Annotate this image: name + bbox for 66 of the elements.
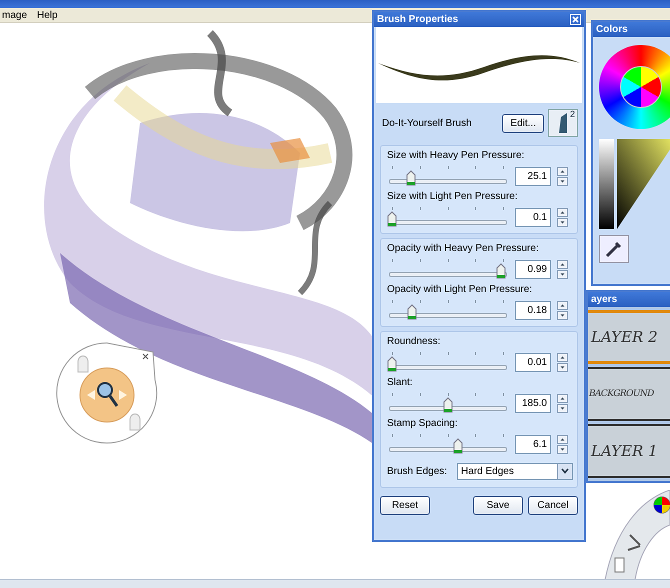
- dialog-button[interactable]: Save: [473, 496, 523, 515]
- spin-up-icon[interactable]: [557, 260, 568, 268]
- panel-title: Colors: [596, 24, 628, 35]
- value-field[interactable]: 6.1: [515, 434, 551, 454]
- value-field[interactable]: 0.18: [515, 300, 551, 320]
- layer-thumbnail[interactable]: BACKGROUND: [588, 367, 670, 421]
- slider-thumb[interactable]: [387, 356, 397, 372]
- slider-label: Size with Light Pen Pressure:: [387, 191, 519, 202]
- spin-down-icon[interactable]: [557, 176, 568, 186]
- slider-label: Slant:: [387, 377, 414, 388]
- brush-tip-icon: [557, 113, 569, 133]
- slider-label: Roundness:: [387, 336, 442, 347]
- value-field[interactable]: 25.1: [515, 166, 551, 186]
- grayscale-strip[interactable]: [599, 139, 614, 229]
- spin-up-icon[interactable]: [557, 166, 568, 176]
- slider-label: Stamp Spacing:: [387, 418, 459, 429]
- slider-thumb[interactable]: [453, 438, 464, 454]
- spin-down-icon[interactable]: [557, 362, 568, 372]
- slider[interactable]: [387, 207, 509, 227]
- spin-down-icon[interactable]: [557, 444, 568, 454]
- slider-thumb[interactable]: [407, 304, 418, 320]
- edit-button[interactable]: Edit...: [502, 114, 544, 132]
- slider-thumb[interactable]: [406, 170, 416, 186]
- slider-thumb[interactable]: [387, 211, 397, 227]
- spin-down-icon[interactable]: [557, 270, 568, 278]
- slider-label: Opacity with Light Pen Pressure:: [387, 284, 534, 295]
- slider[interactable]: [387, 300, 509, 320]
- spin-up-icon[interactable]: [557, 394, 568, 402]
- layer-thumbnail[interactable]: LAYER 1: [588, 424, 670, 478]
- spin-up-icon[interactable]: [557, 208, 568, 216]
- spin-up-icon[interactable]: [557, 434, 568, 444]
- spin-down-icon[interactable]: [557, 218, 568, 226]
- brush-name: Do-It-Yourself Brush: [382, 118, 473, 128]
- dialog-button[interactable]: Cancel: [528, 496, 578, 515]
- slider[interactable]: [387, 259, 509, 279]
- brush-variant-button[interactable]: 2: [548, 109, 578, 137]
- layer-thumbnail[interactable]: LAYER 2: [588, 310, 670, 364]
- brush-edges-dropdown[interactable]: Hard Edges: [457, 462, 573, 480]
- spin-down-icon[interactable]: [557, 310, 568, 320]
- slider[interactable]: [387, 434, 509, 454]
- spin-down-icon[interactable]: [557, 404, 568, 412]
- value-field[interactable]: 0.1: [515, 208, 551, 226]
- spin-up-icon[interactable]: [557, 352, 568, 362]
- slider-thumb[interactable]: [443, 397, 453, 413]
- slider[interactable]: [387, 352, 509, 372]
- slider-thumb[interactable]: [496, 263, 506, 279]
- panel-title: Brush Properties: [377, 14, 458, 25]
- brush-number: 2: [570, 109, 575, 119]
- field-label: Brush Edges:: [387, 466, 448, 476]
- color-triangle[interactable]: [617, 139, 670, 229]
- slider[interactable]: [387, 166, 509, 186]
- spin-up-icon[interactable]: [557, 300, 568, 310]
- slider[interactable]: [387, 393, 509, 413]
- eyedropper-button[interactable]: [599, 235, 629, 263]
- value-field[interactable]: 0.01: [515, 352, 551, 372]
- menu-item[interactable]: Help: [37, 10, 58, 20]
- slider-label: Size with Heavy Pen Pressure:: [387, 150, 526, 161]
- value-field[interactable]: 185.0: [515, 394, 551, 412]
- eyedropper-icon: [605, 240, 623, 258]
- dialog-button[interactable]: Reset: [380, 496, 430, 515]
- close-icon[interactable]: [570, 14, 581, 25]
- panel-title: ayers: [591, 294, 618, 305]
- value-field[interactable]: 0.99: [515, 260, 551, 278]
- menu-item[interactable]: mage: [2, 10, 28, 20]
- navigation-puck-drawing[interactable]: [55, 340, 160, 445]
- slider-label: Opacity with Heavy Pen Pressure:: [387, 243, 540, 254]
